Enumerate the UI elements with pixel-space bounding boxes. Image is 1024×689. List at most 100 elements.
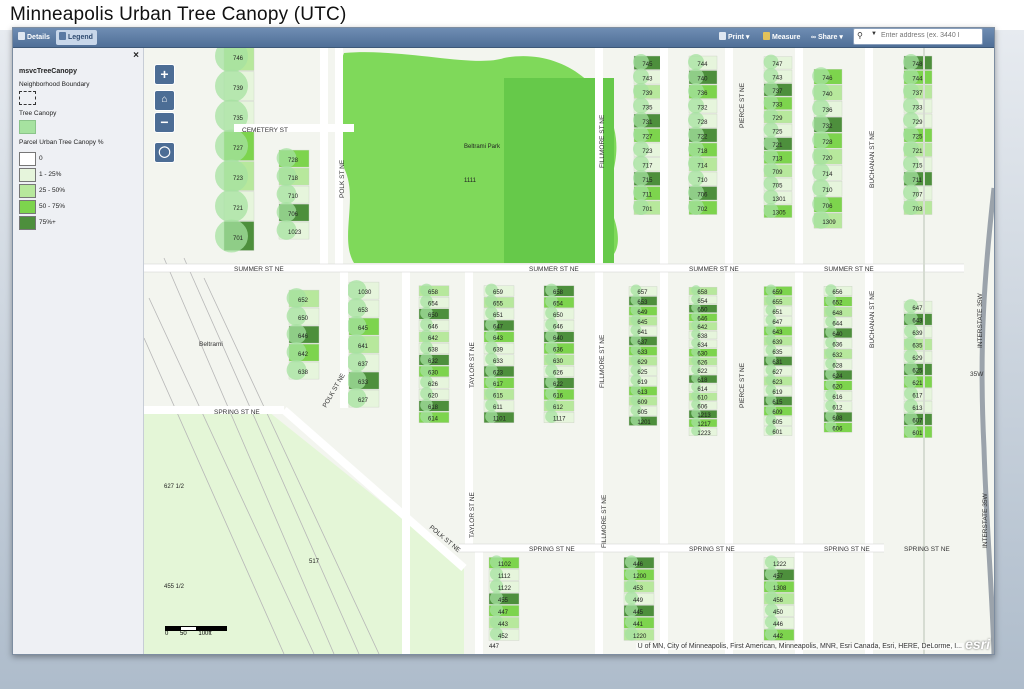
parcel-number: 643 [772,330,783,336]
share-button[interactable]: ∞ Share ▾ [808,30,847,45]
address-search[interactable]: ⚲ ▼ [853,28,983,45]
toolbar: Details Legend Print ▾ Measure ∞ Share ▾… [13,28,994,48]
print-button[interactable]: Print ▾ [716,30,753,45]
parcel-number: 701 [233,236,244,242]
zoom-out-button[interactable]: − [154,112,175,133]
map-label: 1111 [464,178,477,184]
parcel-number: 1217 [697,422,711,428]
print-icon [719,32,726,40]
legend-button[interactable]: Legend [56,30,97,45]
map-label: INTERSTATE 35W [982,492,989,548]
map-label: FILLMORE ST NE [599,114,606,168]
scale-zero: 0 [165,631,169,637]
parcel-number: 703 [912,207,923,213]
parcel-number: 1200 [633,574,647,580]
parcel-number: 646 [298,334,309,340]
search-icon[interactable]: ⚲ [857,31,863,40]
map-label: SUMMER ST NE [234,266,284,273]
parcel-number: 729 [912,120,923,126]
parcel-number: 641 [358,344,369,350]
details-button[interactable]: Details [15,30,54,45]
parcel-number: 656 [832,290,843,296]
parcel-number: 725 [772,130,783,136]
parcel-number: 651 [772,310,783,316]
parcel-number: 622 [553,382,564,388]
parcel-number: 611 [493,405,503,411]
map-label: SPRING ST NE [529,546,575,553]
parcel-number: 617 [912,394,923,400]
parcel-number: 605 [637,410,648,416]
parcel-number: 642 [298,352,309,358]
locate-button[interactable]: ◯ [154,142,175,163]
parcel-number: 659 [493,290,504,296]
map-label: Beltrami [199,341,223,348]
parcel-number: 647 [493,325,504,331]
parcel-number: 608 [832,416,843,422]
parcel-number: 717 [642,164,653,170]
link-icon: ∞ [811,34,816,41]
parcel-number: 616 [553,394,564,400]
parcel-number: 711 [912,178,922,184]
parcel-number: 653 [358,308,369,314]
legend-panel: × msvcTreeCanopy Neighborhood Boundary T… [13,48,144,654]
parcel-number: 637 [637,340,648,346]
map-view[interactable]: 746 739 735 727 723 721 701 728 718 710 706 1023 745… [144,48,994,654]
parcel-number: 628 [832,364,843,370]
parcel-number: 455 [498,598,509,604]
neighborhood-swatch [19,91,36,105]
parcel-number: 655 [772,300,783,306]
parcel-title: Parcel Urban Tree Canopy % [19,139,104,146]
parcel-number: 1101 [493,417,507,423]
parcel-number: 640 [553,336,564,342]
chevron-down-icon: ▾ [745,34,750,41]
measure-button[interactable]: Measure [760,30,804,45]
scale-hundred: 100ft [198,631,212,637]
parcel-number: 643 [912,319,923,325]
legend-layer-name: msvcTreeCanopy [19,68,77,75]
parcel-number: 647 [912,306,923,312]
zoom-in-button[interactable]: + [154,64,175,85]
parcel-number: 1030 [358,290,372,296]
parcel-number: 652 [298,298,309,304]
canopy-patch [215,159,248,193]
parcel-number: 612 [832,406,843,412]
parcel-number: 618 [428,405,439,411]
parcel-number: 623 [772,380,783,386]
search-dropdown-icon[interactable]: ▼ [871,31,877,37]
parcel-number: 743 [772,76,783,82]
parcel-number: 728 [697,120,708,126]
parcel-number: 746 [233,56,244,62]
parcel-number: 702 [697,207,708,213]
map-canvas[interactable]: 746 739 735 727 723 721 701 728 718 710 706 1023 745… [144,48,994,654]
parcel-number: 652 [832,301,843,307]
parcel-number: 1122 [498,586,512,592]
parcel-number: 642 [428,336,439,342]
parcel-number: 644 [832,322,843,328]
parcel-number: 637 [358,362,369,368]
parcel-number: 723 [642,149,653,155]
parcel-number: 1301 [772,197,786,203]
parcel-number: 626 [553,371,564,377]
parcel-number: 736 [822,108,833,114]
parcel-number: 1220 [633,634,647,640]
chevron-down-icon: ▾ [839,34,843,41]
parcel-number: 735 [642,106,653,112]
legend-class-label: 0 [39,155,43,162]
parcel-number: 452 [498,634,509,640]
parcel-number: 718 [697,149,708,155]
parcel-number: 638 [428,348,439,354]
legend-class-label: 50 - 75% [39,203,66,210]
canopy-patch [215,219,248,253]
parcel-number: 707 [912,193,923,199]
ruler-icon [763,32,770,40]
map-label: CEMETERY ST [242,127,288,134]
parcel-number: 1117 [553,417,566,423]
legend-swatch [19,168,36,182]
address-input[interactable] [881,30,979,41]
home-button[interactable]: ⌂ [154,90,175,111]
parcel-number: 606 [832,427,843,433]
parcel-number: 1201 [637,420,651,426]
map-label: SUMMER ST NE [824,266,874,273]
close-icon[interactable]: × [133,50,139,61]
parcel-number: 728 [288,158,299,164]
